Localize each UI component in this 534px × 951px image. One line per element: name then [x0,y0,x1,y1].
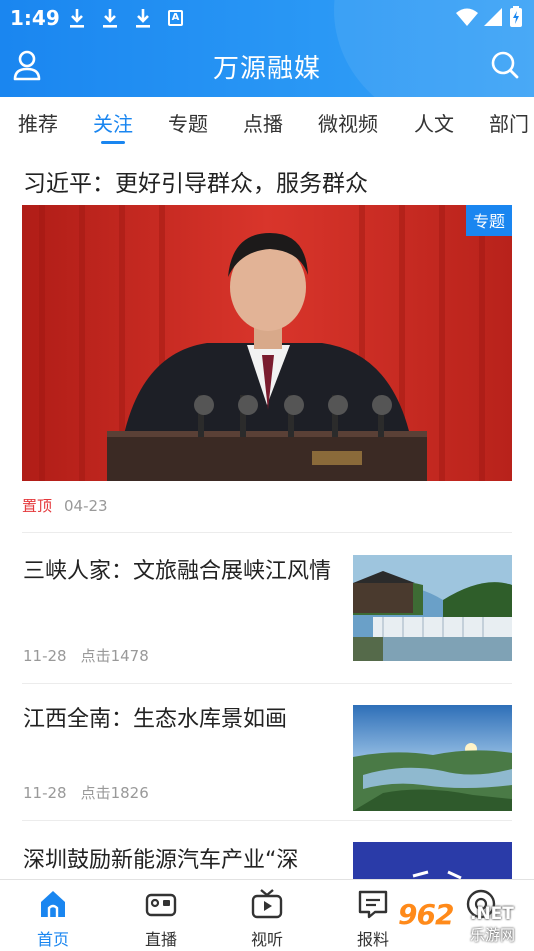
featured-photo [22,205,512,481]
news-item-meta: 11-28 点击1826 [23,782,149,803]
active-tab-indicator [101,141,125,144]
pinned-label: 置顶 [22,497,53,515]
video-camera-icon [145,893,177,917]
news-item-thumbnail[interactable] [353,555,512,661]
download-icon [70,9,84,28]
news-item-title[interactable]: 三峡人家：文旅融合展峡江风情 [23,553,335,590]
featured-title[interactable]: 习近平：更好引导群众，服务群众 [23,164,368,198]
battery-charging-icon [510,6,522,27]
home-icon [41,891,65,917]
featured-image[interactable]: 专题 [22,205,512,481]
news-item-thumbnail[interactable] [353,842,512,879]
news-feed[interactable]: 习近平：更好引导群众，服务群众 专题 置顶 04-23 三峡人家：文旅融合展峡江… [0,149,534,879]
news-item-date: 11-28 [23,647,67,665]
divider [22,820,512,821]
search-icon[interactable] [490,50,520,80]
system-status-icons [456,6,522,27]
app-bar: 万源融媒 [0,36,534,97]
category-tabs: 推荐 关注 专题 点播 微视频 人文 部门 [0,97,534,149]
news-item-title[interactable]: 深圳鼓励新能源汽车产业“深 [23,842,335,879]
tv-icon [251,889,283,919]
thumbnail-image [353,705,512,811]
thumbnail-image [353,555,512,661]
tab-culture[interactable]: 人文 [414,108,454,137]
news-item-meta: 11-28 点击1478 [23,645,149,666]
message-icon [358,890,388,919]
topic-tag: 专题 [465,205,512,236]
divider [22,683,512,684]
nav-label: 直播 [144,930,177,949]
top-header-area: 1:49 A 万源融媒 [0,0,534,97]
news-item-thumbnail[interactable] [353,705,512,811]
nav-home[interactable]: 首页 [8,880,98,951]
news-item-clicks: 点击1478 [80,647,149,665]
wifi-icon [456,8,478,26]
news-item-clicks: 点击1826 [80,784,149,802]
nav-label: 首页 [36,930,69,949]
status-time: 1:49 [10,6,60,30]
tab-recommend[interactable]: 推荐 [18,108,58,137]
tab-departments[interactable]: 部门 [489,108,529,137]
featured-meta: 置顶 04-23 [22,495,108,516]
status-bar: 1:49 A [0,0,534,36]
thumbnail-image [353,842,512,879]
watermark-suffix: .NET [470,904,514,924]
site-watermark: 962 .NET 乐游网 [398,898,530,946]
signal-icon [484,8,502,26]
tab-topics[interactable]: 专题 [168,108,208,137]
nav-live[interactable]: 直播 [116,880,206,951]
divider [22,532,512,533]
news-item-title[interactable]: 江西全南：生态水库景如画 [23,701,335,738]
app-title: 万源融媒 [212,54,321,84]
a-badge-icon: A [168,10,183,26]
news-item-date: 11-28 [23,784,67,802]
download-icon [136,9,150,28]
nav-audiovisual[interactable]: 视听 [222,880,312,951]
watermark-number: 962 [398,898,454,931]
tab-follow[interactable]: 关注 [93,108,133,137]
tab-micro-video[interactable]: 微视频 [318,108,378,137]
nav-label: 视听 [250,930,283,949]
watermark-name: 乐游网 [470,926,516,944]
featured-date: 04-23 [64,497,108,515]
download-icon [103,9,117,28]
tab-on-demand[interactable]: 点播 [243,108,283,137]
